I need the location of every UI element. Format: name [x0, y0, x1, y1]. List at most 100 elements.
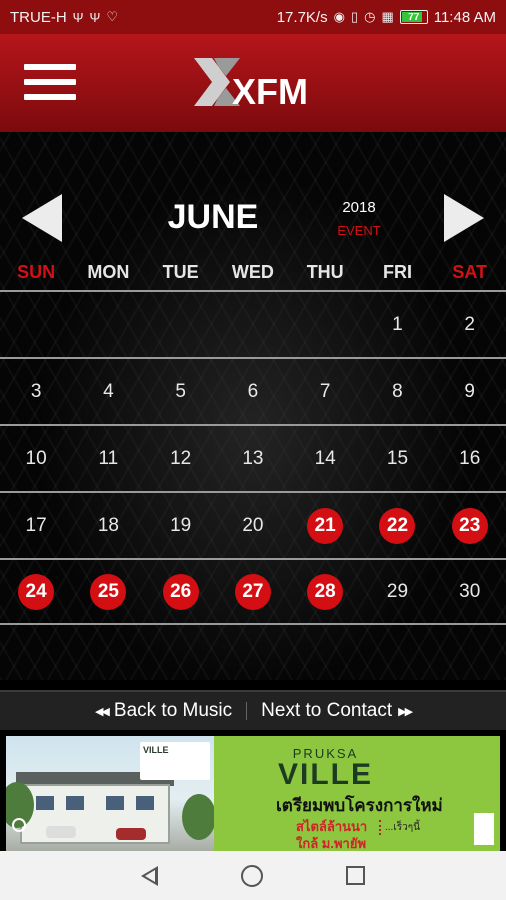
- status-right: 17.7K/s ◉ ▯ ◷ ▦ 77 11:48 AM: [277, 9, 496, 26]
- day-cell[interactable]: 8: [361, 359, 433, 424]
- day-cell[interactable]: 1: [361, 292, 433, 357]
- event-day-cell[interactable]: 25: [72, 560, 144, 623]
- event-day-cell[interactable]: 26: [145, 560, 217, 623]
- day-number: 11: [98, 447, 119, 469]
- day-number: 20: [242, 514, 264, 536]
- day-number: 1: [392, 313, 403, 335]
- ad-mini-brand: VILLE: [143, 745, 169, 755]
- event-day-cell[interactable]: 27: [217, 560, 289, 623]
- day-number: 24: [18, 573, 55, 610]
- day-number: 15: [386, 447, 409, 469]
- day-cell: [289, 292, 361, 357]
- day-cell[interactable]: 29: [361, 560, 433, 623]
- day-cell[interactable]: 13: [217, 426, 289, 491]
- day-number: 7: [319, 380, 331, 402]
- day-number: 17: [25, 514, 47, 536]
- event-day-cell[interactable]: 23: [434, 493, 506, 558]
- day-cell[interactable]: 6: [217, 359, 289, 424]
- day-number: 30: [459, 580, 481, 602]
- usb-icon: Ψ: [72, 9, 84, 25]
- day-number: [90, 307, 126, 343]
- house-window: [36, 796, 54, 810]
- day-cell[interactable]: 7: [289, 359, 361, 424]
- event-day-cell[interactable]: 21: [289, 493, 361, 558]
- day-cell[interactable]: 19: [145, 493, 217, 558]
- back-icon[interactable]: [141, 865, 159, 886]
- day-cell[interactable]: 10: [0, 426, 72, 491]
- xfm-logo: XFM: [194, 58, 308, 112]
- status-left: TRUE-H Ψ Ψ ♡: [10, 9, 118, 26]
- day-cell[interactable]: 16: [434, 426, 506, 491]
- back-to-music-link[interactable]: ◀◀ Back to Music: [95, 700, 232, 722]
- day-number: [235, 307, 271, 343]
- day-cell[interactable]: 4: [72, 359, 144, 424]
- next-to-contact-label: Next to Contact: [261, 700, 393, 721]
- calendar-week-row: 12: [0, 290, 506, 357]
- day-cell[interactable]: 2: [434, 292, 506, 357]
- recent-apps-icon[interactable]: [345, 866, 365, 885]
- next-to-contact-link[interactable]: Next to Contact ▶▶: [261, 700, 413, 722]
- year-label: 2018: [342, 199, 376, 216]
- calendar-week-row: 17 18 19 20 21 22 23: [0, 491, 506, 558]
- ad-brand: PRUKSA VILLE: [278, 746, 373, 790]
- day-cell: [217, 292, 289, 357]
- hotspot-icon: ◉: [333, 9, 345, 24]
- nav-divider: [246, 702, 248, 720]
- day-cell[interactable]: 11: [72, 426, 144, 491]
- ad-small-logo-icon: [12, 818, 26, 832]
- day-number: 2: [464, 313, 475, 335]
- day-cell[interactable]: 20: [217, 493, 289, 558]
- day-number: 29: [386, 580, 409, 602]
- day-number: 9: [464, 380, 475, 402]
- day-cell: [145, 292, 217, 357]
- weekday-thu: THU: [306, 262, 344, 282]
- vibrate-icon: ▯: [350, 9, 359, 24]
- day-number: 23: [451, 507, 488, 544]
- day-number: 22: [379, 507, 416, 544]
- day-cell[interactable]: 9: [434, 359, 506, 424]
- previous-month-arrow-icon[interactable]: [22, 194, 62, 242]
- day-cell[interactable]: 5: [145, 359, 217, 424]
- day-number: 18: [97, 514, 119, 536]
- ad-headline: เตรียมพบโครงการใหม่: [276, 796, 443, 815]
- day-cell[interactable]: 17: [0, 493, 72, 558]
- day-number: 12: [170, 447, 192, 469]
- car: [46, 826, 76, 838]
- calendar-week-row: 3 4 5 6 7 8 9: [0, 357, 506, 424]
- next-month-arrow-icon[interactable]: [444, 194, 484, 242]
- month-title: JUNE: [167, 198, 259, 236]
- day-number: 25: [90, 573, 127, 610]
- day-cell[interactable]: 15: [361, 426, 433, 491]
- house-image: [20, 784, 170, 844]
- carrier-name: TRUE-H: [10, 8, 67, 26]
- ad-corner-logo-icon: [474, 813, 494, 845]
- bottom-nav: ◀◀ Back to Music Next to Contact ▶▶: [0, 690, 506, 730]
- ad-mini-card: VILLE: [140, 742, 210, 780]
- signal-icon: ▦: [381, 9, 394, 24]
- weekday-wed: WED: [231, 262, 274, 282]
- battery-icon: 77: [399, 10, 428, 24]
- weekday-sun: SUN: [17, 262, 56, 282]
- day-number: [307, 307, 343, 343]
- home-icon[interactable]: [240, 864, 263, 887]
- day-cell[interactable]: 18: [72, 493, 144, 558]
- day-cell[interactable]: 3: [0, 359, 72, 424]
- back-to-music-label: Back to Music: [113, 700, 233, 721]
- event-day-cell[interactable]: 24: [0, 560, 72, 623]
- day-cell[interactable]: 30: [434, 560, 506, 623]
- logo-text: XFM: [232, 71, 308, 112]
- day-cell[interactable]: 14: [289, 426, 361, 491]
- calendar-grid: 1 2 3 4 5 6 7 8 9 10 11 12 13 14 15 16 17 18 19 20 21 22 23 24 2…: [0, 290, 506, 625]
- event-day-cell[interactable]: 28: [289, 560, 361, 623]
- android-nav-bar: [0, 851, 506, 900]
- event-day-cell[interactable]: 22: [361, 493, 433, 558]
- weekday-sat: SAT: [452, 262, 488, 282]
- house-window: [136, 796, 154, 810]
- house-window: [66, 796, 84, 810]
- day-cell[interactable]: 12: [145, 426, 217, 491]
- app-header: XFM: [0, 34, 506, 132]
- day-number: 21: [307, 507, 344, 544]
- clock: 11:48 AM: [433, 8, 496, 26]
- banner-ad[interactable]: VILLE PRUKSA VILLE เตรียมพบโครงการใหม่ ส…: [6, 736, 500, 851]
- hamburger-icon[interactable]: [24, 64, 76, 100]
